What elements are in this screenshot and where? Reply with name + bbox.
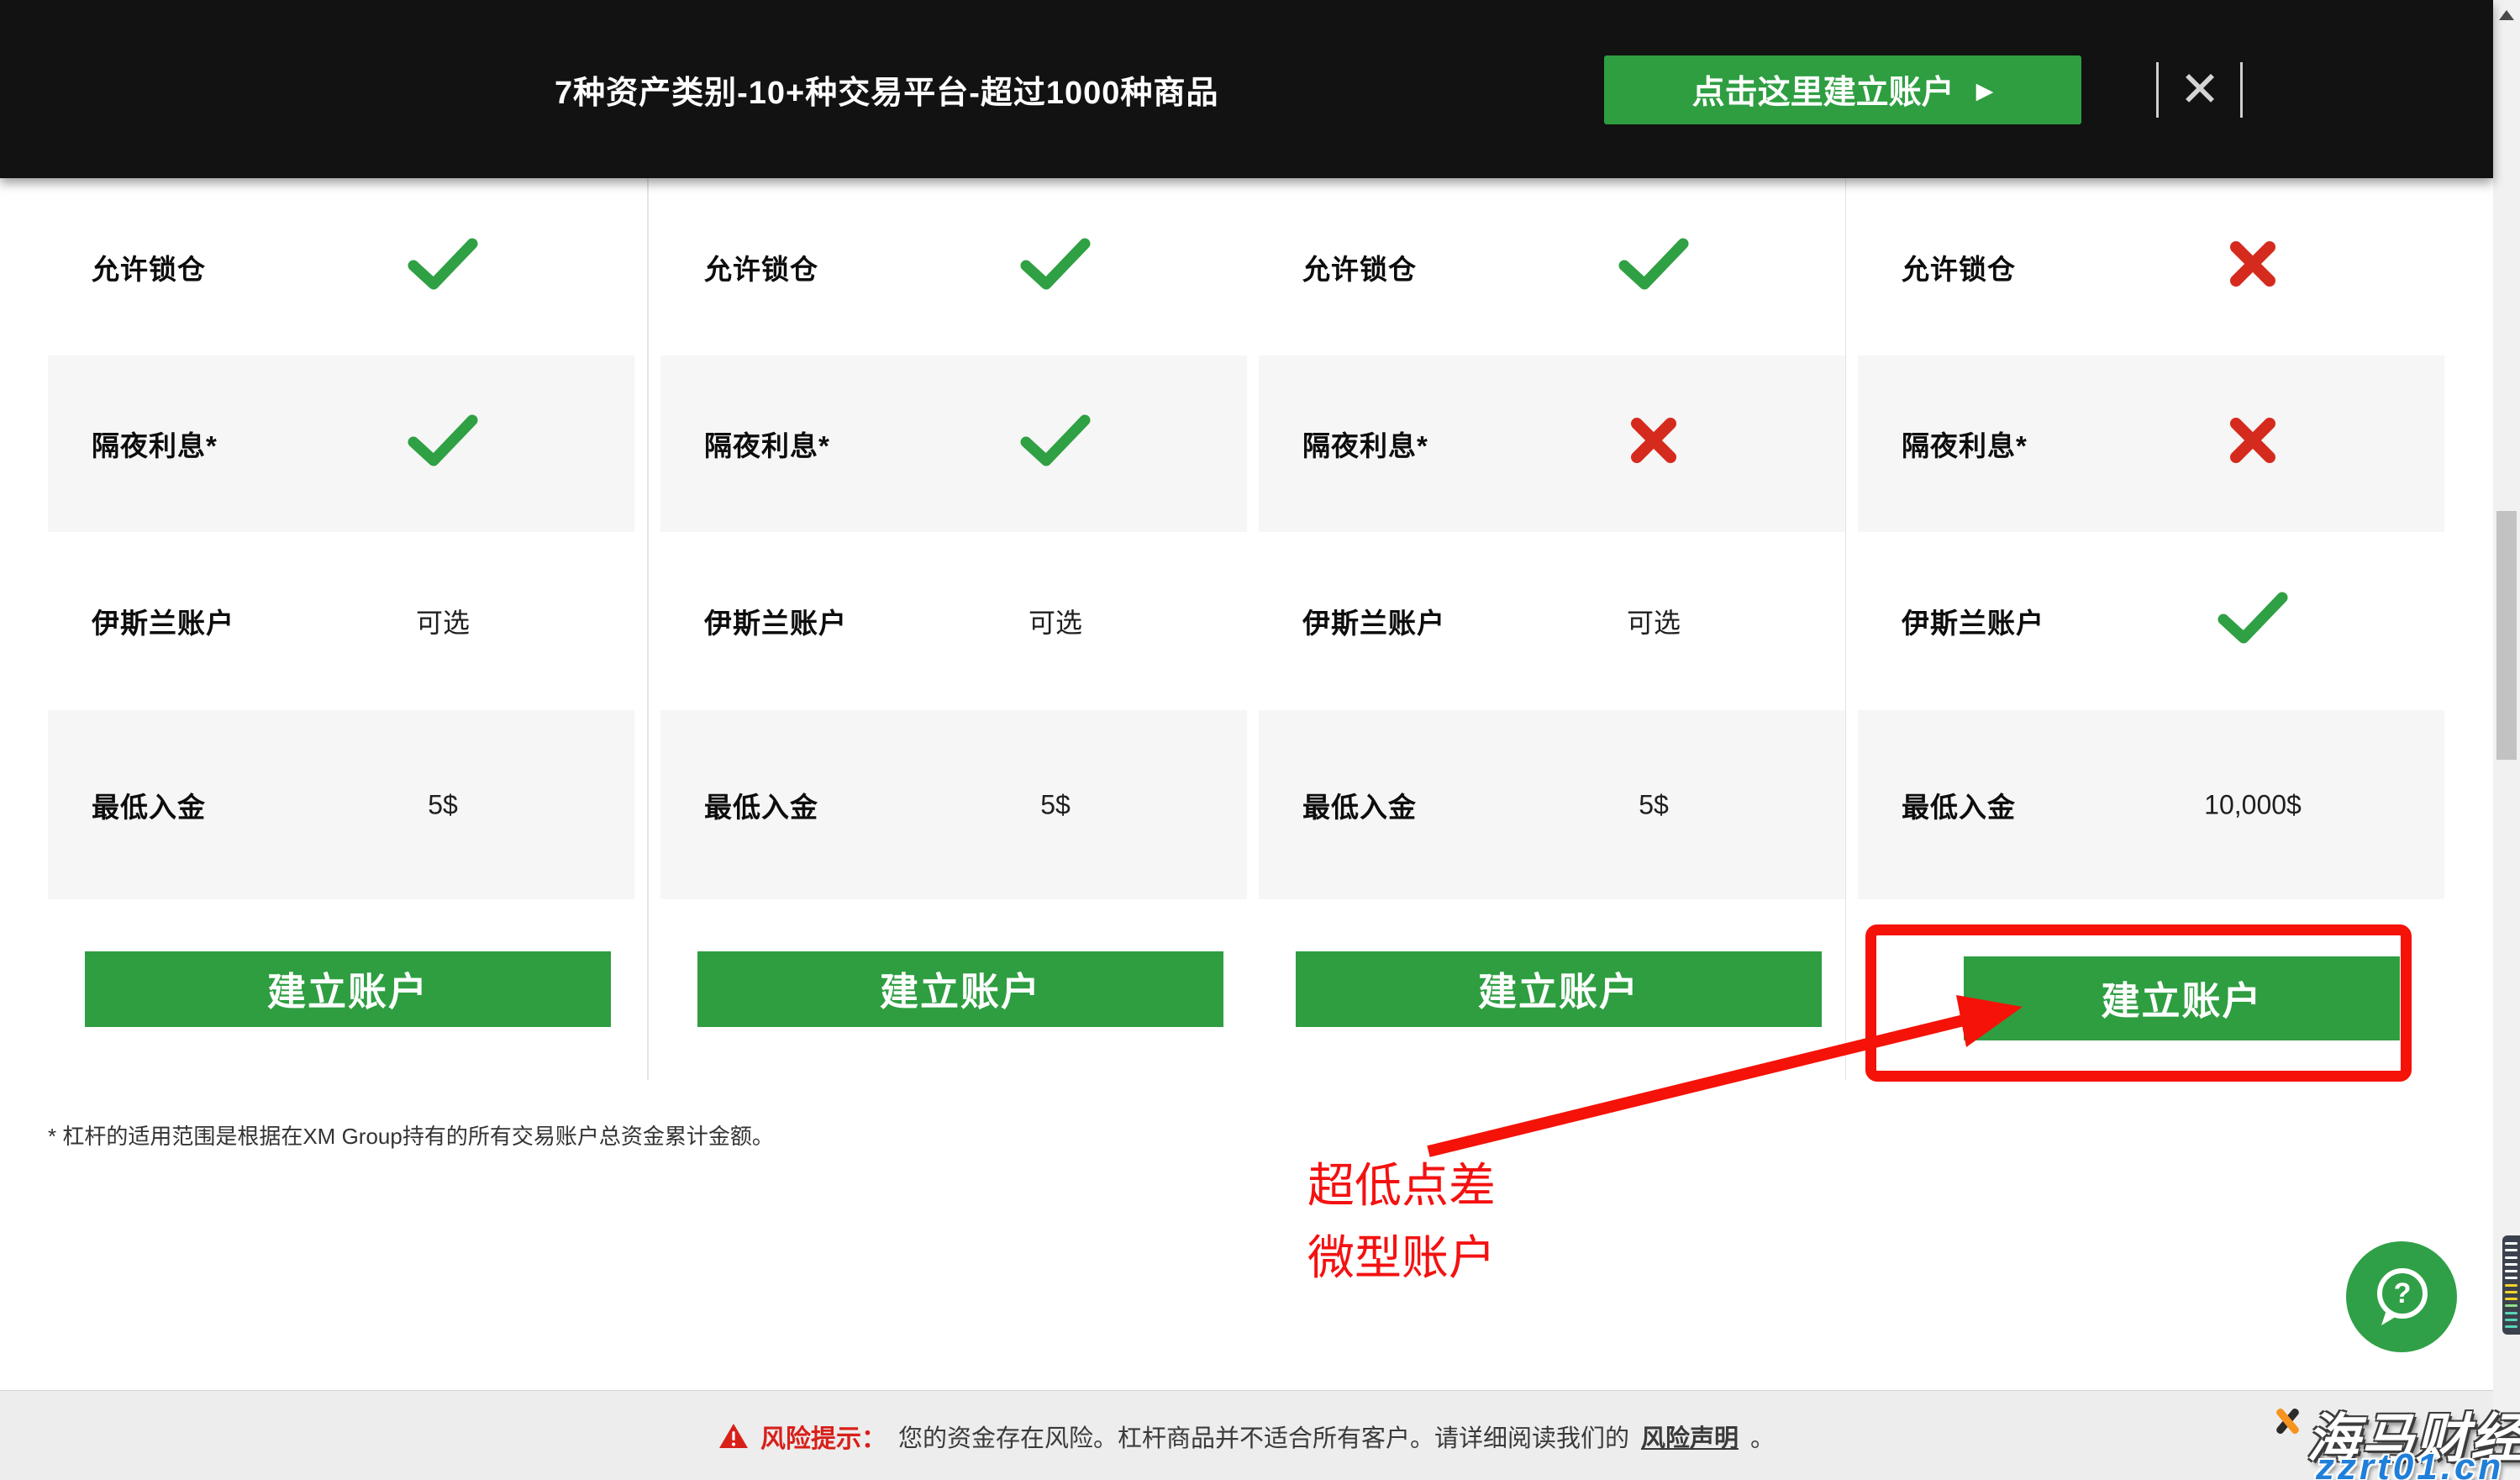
check-icon bbox=[2217, 591, 2288, 651]
top-banner: 7种资产类别-10+种交易平台-超过1000种商品 点击这里建立账户 ▶ ✕ bbox=[0, 0, 2493, 178]
cta-label: 点击这里建立账户 bbox=[1691, 75, 1954, 111]
open-account-button[interactable]: 建立账户 bbox=[1296, 951, 1822, 1027]
page: 7种资产类别-10+种交易平台-超过1000种商品 点击这里建立账户 ▶ ✕ 允… bbox=[0, 0, 2520, 1480]
leverage-footnote: * 杠杆的适用范围是根据在XM Group持有的所有交易账户总资金累计金额。 bbox=[48, 1124, 774, 1149]
check-icon bbox=[408, 237, 478, 298]
table-row: 伊斯兰账户 可选 bbox=[48, 532, 634, 710]
account-column-2: 允许锁仓 隔夜利息* 伊斯兰账户 可选 最低入金 5$ 建立账户 bbox=[660, 178, 1247, 1080]
table-row: 最低入金 5$ bbox=[48, 710, 634, 899]
risk-suffix: 。 bbox=[1750, 1425, 1776, 1452]
row-label: 允许锁仓 bbox=[1302, 253, 1417, 285]
row-value: 10,000$ bbox=[2204, 789, 2302, 819]
open-account-cta-button[interactable]: 点击这里建立账户 ▶ bbox=[1604, 55, 2081, 124]
check-icon bbox=[1020, 413, 1091, 474]
annotation-text: 超低点差 微型账户 bbox=[1307, 1150, 1496, 1294]
table-row: 伊斯兰账户 可选 bbox=[660, 532, 1247, 710]
row-label: 允许锁仓 bbox=[92, 253, 206, 285]
risk-text: 您的资金存在风险。杠杆商品并不适合所有客户。请详细阅读我们的 bbox=[897, 1425, 1629, 1452]
row-label: 允许锁仓 bbox=[704, 253, 818, 285]
table-row: 建立账户 bbox=[1858, 899, 2444, 1080]
separator bbox=[2156, 62, 2159, 118]
row-value: 5$ bbox=[1040, 789, 1071, 819]
open-account-button[interactable]: 建立账户 bbox=[85, 951, 611, 1027]
row-label: 伊斯兰账户 bbox=[1302, 608, 1445, 639]
table-row: 最低入金 10,000$ bbox=[1858, 710, 2444, 899]
row-label: 伊斯兰账户 bbox=[704, 608, 847, 639]
row-value: 可选 bbox=[1028, 608, 1083, 638]
help-chat-button[interactable]: ? bbox=[2346, 1241, 2457, 1352]
table-row: 允许锁仓 bbox=[1259, 178, 1845, 356]
table-row: 隔夜利息* bbox=[1858, 356, 2444, 532]
scrollbar-thumb[interactable] bbox=[2496, 511, 2517, 760]
watermark-stripe-bar bbox=[2502, 1235, 2520, 1335]
table-row: 隔夜利息* bbox=[660, 356, 1247, 532]
table-row: 最低入金 5$ bbox=[1259, 710, 1845, 899]
warning-triangle-icon bbox=[718, 1423, 748, 1448]
column-divider bbox=[647, 178, 649, 1080]
row-value: 5$ bbox=[428, 789, 458, 819]
table-row: 允许锁仓 bbox=[660, 178, 1247, 356]
svg-text:?: ? bbox=[2394, 1277, 2412, 1309]
row-label: 允许锁仓 bbox=[1902, 253, 2016, 285]
table-row: 允许锁仓 bbox=[48, 178, 634, 356]
row-label: 最低入金 bbox=[1902, 791, 2016, 823]
banner-title: 7种资产类别-10+种交易平台-超过1000种商品 bbox=[555, 75, 1219, 111]
annotation-line1: 超低点差 bbox=[1307, 1159, 1496, 1212]
table-row: 建立账户 bbox=[660, 899, 1247, 1080]
risk-warning-bar: 风险提示： 您的资金存在风险。杠杆商品并不适合所有客户。请详细阅读我们的 风险声明… bbox=[0, 1390, 2493, 1480]
row-label: 隔夜利息* bbox=[92, 430, 218, 461]
scrollbar-up-arrow-icon[interactable] bbox=[2499, 10, 2514, 20]
risk-title: 风险提示： bbox=[760, 1425, 886, 1453]
row-label: 隔夜利息* bbox=[704, 430, 830, 461]
cross-icon bbox=[2227, 238, 2279, 297]
risk-statement-link[interactable]: 风险声明 bbox=[1641, 1419, 1739, 1454]
account-column-3: 允许锁仓 隔夜利息* 伊斯兰账户 可选 最低入金 5$ 建立账户 bbox=[1259, 178, 1845, 1080]
check-icon bbox=[1020, 237, 1091, 298]
table-row: 允许锁仓 bbox=[1858, 178, 2444, 356]
table-row: 伊斯兰账户 可选 bbox=[1259, 532, 1845, 710]
row-value: 可选 bbox=[415, 608, 471, 638]
row-label: 最低入金 bbox=[1302, 791, 1417, 823]
open-account-button[interactable]: 建立账户 bbox=[697, 951, 1223, 1027]
check-icon bbox=[1618, 237, 1689, 298]
play-arrow-icon: ▶ bbox=[1975, 77, 1994, 103]
account-column-4: 允许锁仓 隔夜利息* 伊斯兰账户 最低入金 10,000$ 建立账户 bbox=[1858, 178, 2444, 1080]
check-icon bbox=[408, 413, 478, 474]
cross-icon bbox=[2227, 414, 2279, 473]
cross-icon bbox=[1628, 414, 1680, 473]
row-label: 伊斯兰账户 bbox=[92, 608, 234, 639]
separator bbox=[2240, 62, 2243, 118]
table-row: 隔夜利息* bbox=[1259, 356, 1845, 532]
row-label: 隔夜利息* bbox=[1302, 430, 1428, 461]
account-column-1: 允许锁仓 隔夜利息* 伊斯兰账户 可选 最低入金 5$ 建立账户 bbox=[48, 178, 634, 1080]
close-icon[interactable]: ✕ bbox=[2170, 61, 2230, 119]
open-account-button[interactable]: 建立账户 bbox=[1964, 956, 2400, 1040]
row-label: 最低入金 bbox=[92, 791, 206, 823]
table-row: 建立账户 bbox=[1259, 899, 1845, 1080]
row-value: 可选 bbox=[1626, 608, 1681, 638]
row-label: 隔夜利息* bbox=[1902, 430, 2028, 461]
row-value: 5$ bbox=[1639, 789, 1669, 819]
question-bubble-icon: ? bbox=[2377, 1268, 2428, 1325]
table-row: 建立账户 bbox=[48, 899, 634, 1080]
row-label: 伊斯兰账户 bbox=[1902, 608, 2044, 639]
annotation-line2: 微型账户 bbox=[1307, 1231, 1496, 1284]
table-row: 隔夜利息* bbox=[48, 356, 634, 532]
table-row: 伊斯兰账户 bbox=[1858, 532, 2444, 710]
row-label: 最低入金 bbox=[704, 791, 818, 823]
table-row: 最低入金 5$ bbox=[660, 710, 1247, 899]
